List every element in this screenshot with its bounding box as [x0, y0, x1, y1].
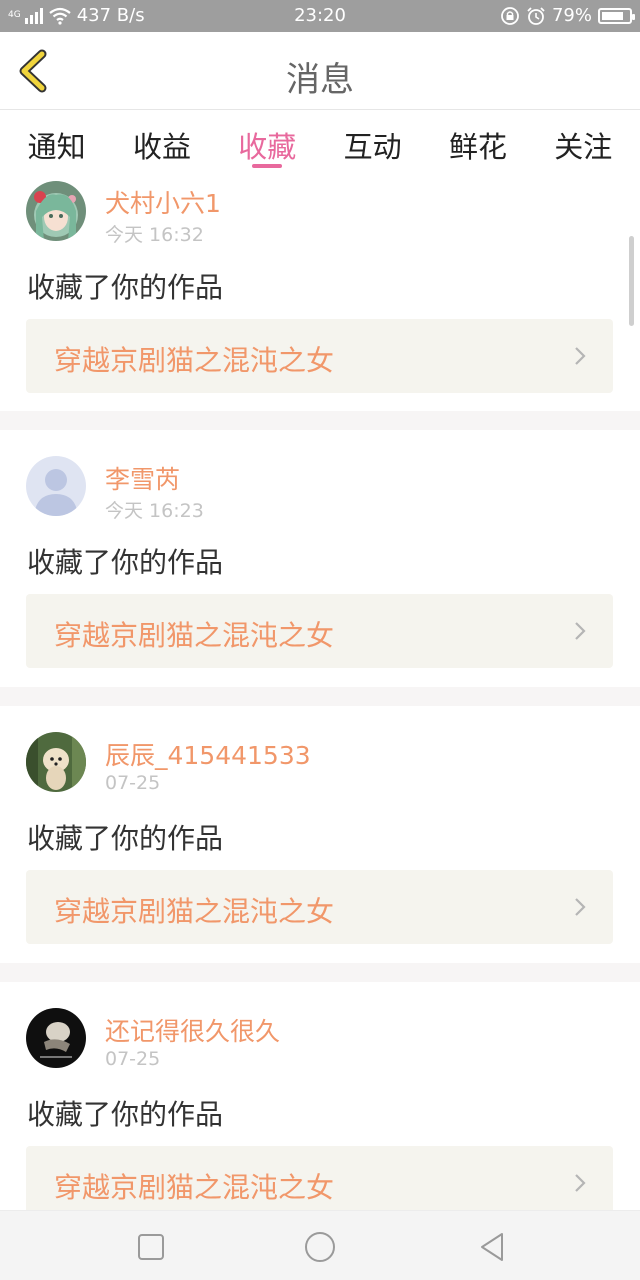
- action-text: 收藏了你的作品: [27, 546, 224, 579]
- rotation-lock-icon: [501, 6, 519, 25]
- tab-label: 互动: [343, 130, 402, 164]
- tab-interactions[interactable]: 互动: [323, 110, 423, 174]
- system-nav-bar: [0, 1210, 640, 1280]
- tab-bar: 通知 收益 收藏 互动 鲜花 关注: [0, 110, 640, 174]
- tab-label: 关注: [554, 130, 613, 164]
- avatar[interactable]: [26, 732, 86, 792]
- divider: [0, 411, 640, 430]
- message-item: 犬村小六1 今天 16:32 收藏了你的作品 穿越京剧猫之混沌之女: [0, 174, 640, 411]
- page-title: 消息: [286, 60, 354, 100]
- chevron-right-icon: [575, 347, 586, 365]
- chevron-right-icon: [575, 622, 586, 640]
- tab-label: 收藏: [238, 130, 297, 164]
- tab-follows[interactable]: 关注: [533, 110, 633, 174]
- message-item: 李雪芮 今天 16:23 收藏了你的作品 穿越京剧猫之混沌之女: [0, 430, 640, 687]
- timestamp: 07-25: [105, 1048, 161, 1070]
- status-right: 79%: [500, 5, 635, 26]
- tab-favorites[interactable]: 收藏: [217, 110, 317, 174]
- default-person-avatar-icon: [26, 456, 86, 516]
- username[interactable]: 还记得很久很久: [105, 1012, 280, 1048]
- action-text: 收藏了你的作品: [27, 822, 224, 855]
- work-title: 穿越京剧猫之混沌之女: [54, 1171, 335, 1204]
- work-title: 穿越京剧猫之混沌之女: [54, 895, 335, 928]
- timestamp: 今天 16:23: [105, 500, 204, 522]
- message-item: 辰辰_415441533 07-25 收藏了你的作品 穿越京剧猫之混沌之女: [0, 706, 640, 963]
- scrollbar[interactable]: [629, 236, 634, 326]
- battery-percent: 79%: [551, 5, 592, 26]
- square-icon[interactable]: [131, 1227, 171, 1267]
- username[interactable]: 李雪芮: [105, 460, 180, 496]
- work-title: 穿越京剧猫之混沌之女: [54, 344, 335, 377]
- work-link[interactable]: 穿越京剧猫之混沌之女: [26, 1146, 613, 1210]
- work-link[interactable]: 穿越京剧猫之混沌之女: [26, 319, 613, 393]
- triangle-back-icon[interactable]: [472, 1227, 512, 1267]
- battery-icon: [598, 7, 635, 24]
- tab-flowers[interactable]: 鲜花: [428, 110, 528, 174]
- anime-girl-avatar-icon: [26, 181, 86, 241]
- timestamp: 07-25: [105, 772, 161, 794]
- tab-label: 鲜花: [448, 130, 507, 164]
- work-title: 穿越京剧猫之混沌之女: [54, 619, 335, 652]
- message-list[interactable]: 犬村小六1 今天 16:32 收藏了你的作品 穿越京剧猫之混沌之女 李雪芮 今天…: [0, 174, 640, 1210]
- action-text: 收藏了你的作品: [27, 271, 224, 304]
- action-text: 收藏了你的作品: [27, 1098, 224, 1131]
- username[interactable]: 辰辰_415441533: [105, 736, 311, 772]
- dark-photo-avatar-icon: [26, 1008, 86, 1068]
- avatar[interactable]: [26, 1008, 86, 1068]
- timestamp: 今天 16:32: [105, 224, 204, 246]
- tab-label: 收益: [132, 130, 191, 164]
- avatar[interactable]: [26, 181, 86, 241]
- active-tab-indicator: [252, 164, 283, 168]
- avatar[interactable]: [26, 456, 86, 516]
- dog-photo-avatar-icon: [26, 732, 86, 792]
- chevron-right-icon: [575, 898, 586, 916]
- chevron-right-icon: [575, 1174, 586, 1192]
- header: 消息: [0, 32, 640, 110]
- username[interactable]: 犬村小六1: [105, 184, 221, 220]
- divider: [0, 963, 640, 982]
- status-bar: 4G 437 B/s 23:20 79%: [0, 0, 640, 32]
- tab-label: 通知: [27, 130, 86, 164]
- alarm-icon: [527, 6, 545, 25]
- work-link[interactable]: 穿越京剧猫之混沌之女: [26, 594, 613, 668]
- tab-notifications[interactable]: 通知: [7, 110, 107, 174]
- work-link[interactable]: 穿越京剧猫之混沌之女: [26, 870, 613, 944]
- tab-earnings[interactable]: 收益: [112, 110, 212, 174]
- message-item: 还记得很久很久 07-25 收藏了你的作品 穿越京剧猫之混沌之女: [0, 982, 640, 1210]
- divider: [0, 687, 640, 706]
- circle-icon[interactable]: [300, 1227, 340, 1267]
